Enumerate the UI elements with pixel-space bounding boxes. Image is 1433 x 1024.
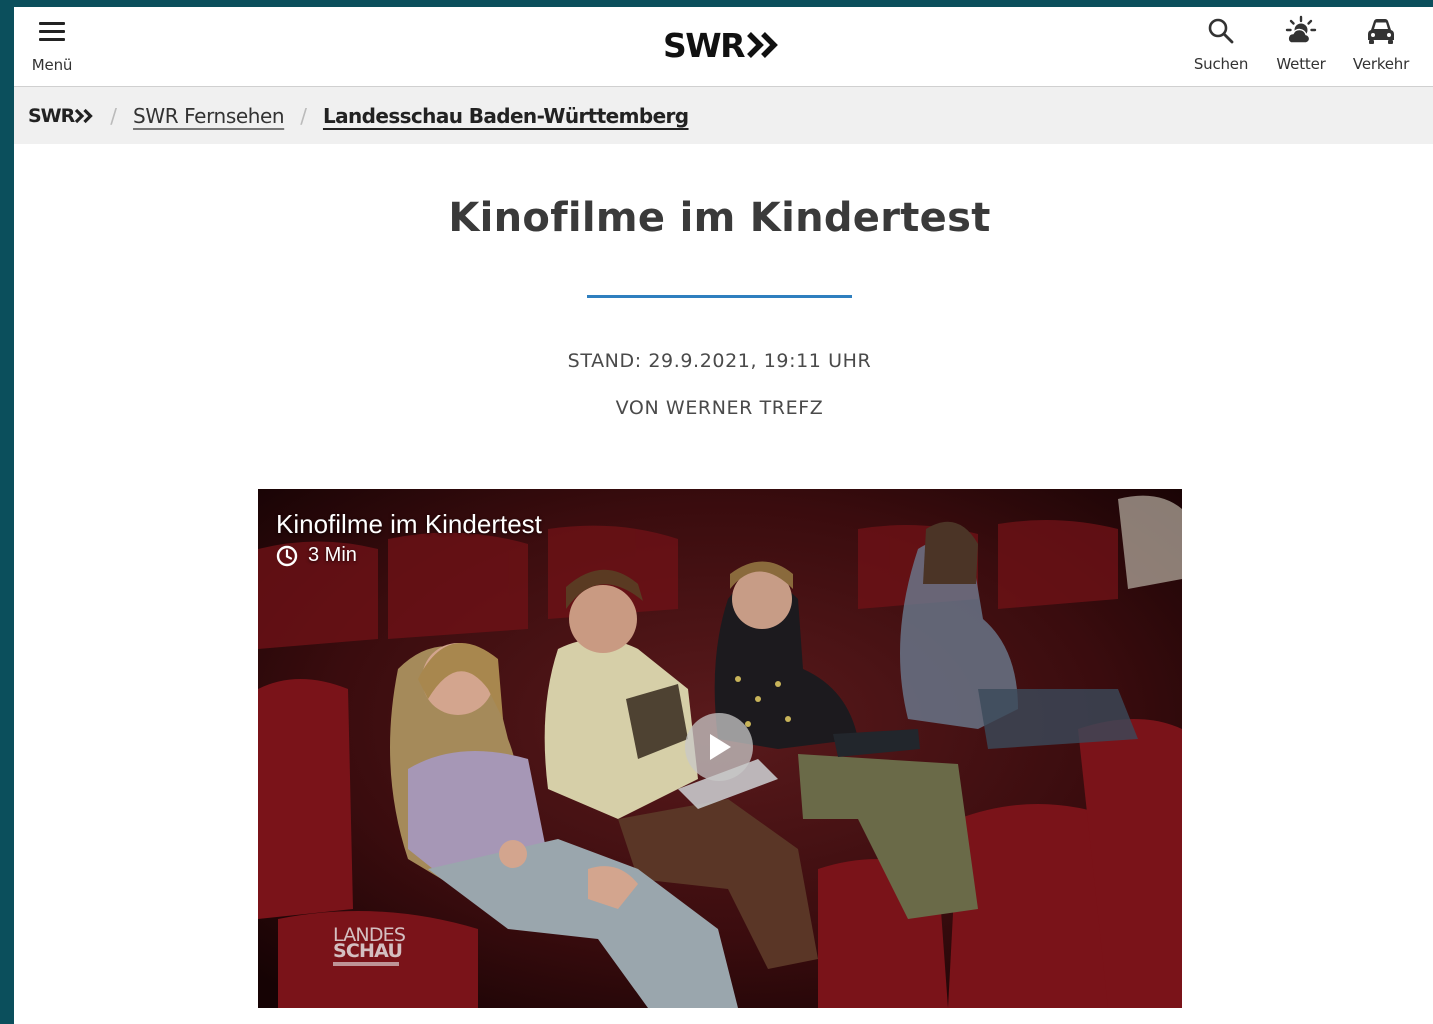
menu-button[interactable]: Menü — [28, 19, 76, 75]
breadcrumb-separator: / — [300, 103, 307, 128]
article-title: Kinofilme im Kindertest — [448, 195, 991, 241]
breadcrumb-separator: / — [110, 103, 118, 128]
watermark-bar — [333, 962, 399, 966]
site-header: Menü SWR Suchen Wetter Verkehr — [14, 7, 1433, 87]
play-icon — [710, 734, 731, 760]
play-button[interactable] — [685, 713, 753, 781]
header-actions: Suchen Wetter Verkehr — [1181, 15, 1421, 73]
article-date: STAND: 29.9.2021, 19:11 UHR — [567, 350, 872, 372]
landesschau-watermark: LANDES SCHAU — [333, 926, 406, 966]
search-label: Suchen — [1193, 55, 1249, 73]
traffic-label: Verkehr — [1352, 55, 1410, 73]
breadcrumb-home[interactable]: SWR — [28, 105, 94, 127]
page: Menü SWR Suchen Wetter Verkehr SWR / SWR… — [14, 7, 1433, 1024]
breadcrumb-logo-text: SWR — [28, 104, 75, 127]
hamburger-icon — [39, 22, 65, 42]
watermark-line2: SCHAU — [333, 940, 403, 962]
traffic-button[interactable]: Verkehr — [1341, 15, 1421, 73]
video-duration: 3 Min — [276, 544, 357, 567]
video-duration-text: 3 Min — [308, 544, 357, 566]
weather-button[interactable]: Wetter — [1261, 15, 1341, 73]
search-button[interactable]: Suchen — [1181, 15, 1261, 73]
car-icon — [1366, 15, 1396, 47]
video-title: Kinofilme im Kindertest — [276, 509, 542, 539]
menu-label: Menü — [31, 56, 73, 74]
weather-label: Wetter — [1276, 55, 1326, 73]
logo-text: SWR — [663, 25, 746, 65]
clock-icon — [276, 545, 298, 567]
video-player[interactable]: Kinofilme im Kindertest 3 Min LANDES SCH… — [258, 489, 1182, 1008]
title-divider — [587, 295, 852, 298]
breadcrumb-item-landesschau[interactable]: Landesschau Baden-Württemberg — [323, 104, 689, 128]
swr-logo[interactable]: SWR — [663, 25, 779, 65]
breadcrumb-item-swr-fernsehen[interactable]: SWR Fernsehen — [133, 104, 285, 128]
breadcrumb: SWR / SWR Fernsehen / Landesschau Baden-… — [14, 87, 1433, 144]
double-chevron-icon — [75, 108, 94, 123]
weather-icon — [1283, 15, 1319, 47]
article-author: VON WERNER TREFZ — [615, 397, 824, 419]
double-chevron-icon — [747, 32, 778, 58]
search-icon — [1207, 15, 1235, 47]
